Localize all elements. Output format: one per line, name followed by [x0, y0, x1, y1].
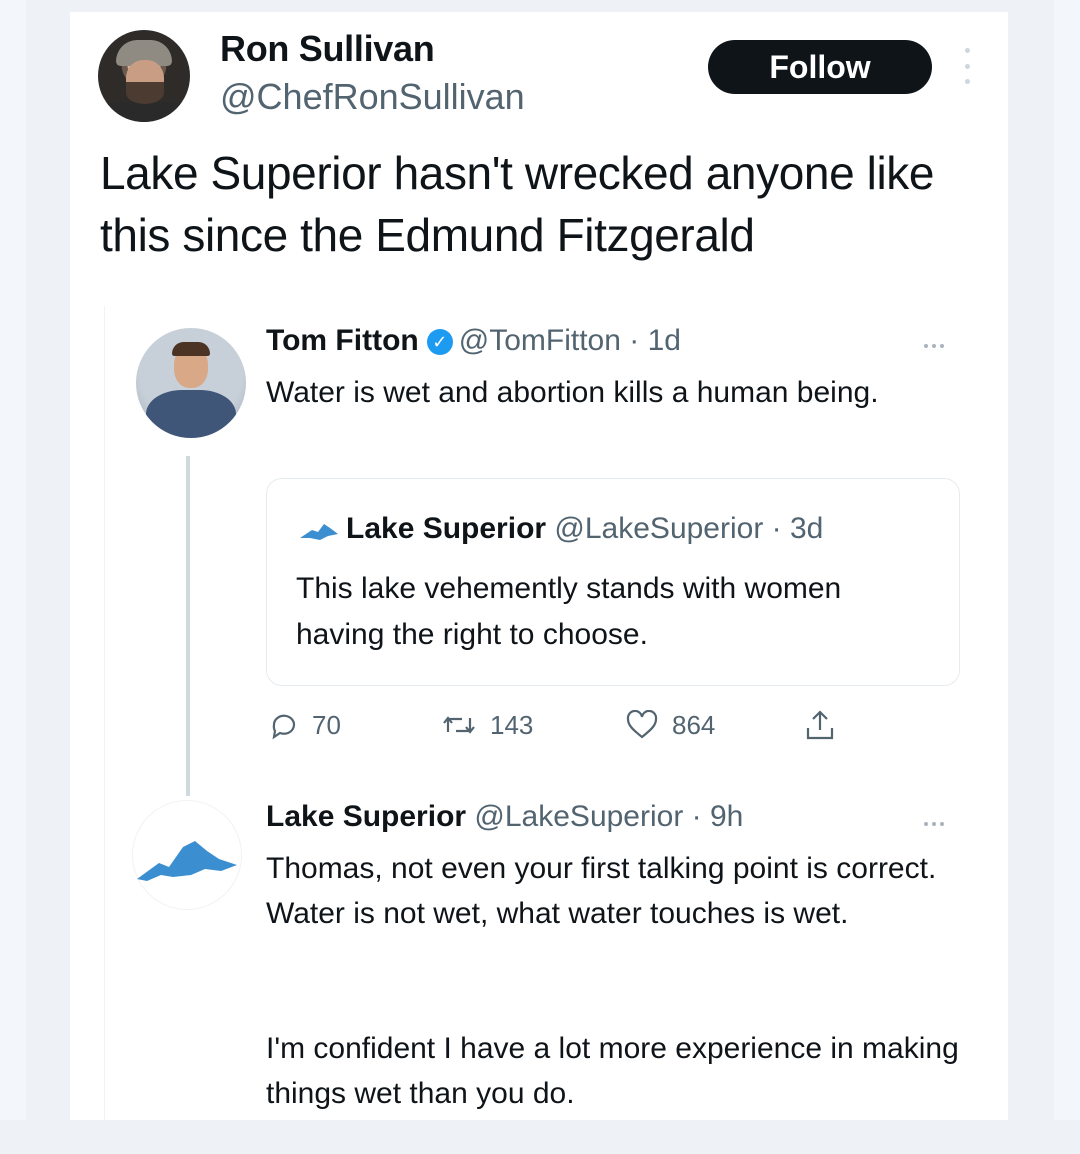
reply-icon	[272, 714, 296, 740]
author-avatar[interactable]	[98, 30, 190, 122]
right-margin	[1054, 0, 1080, 1154]
quoted-author-handle[interactable]: @TomFitton	[459, 324, 621, 357]
action-bar: 70 143 864	[268, 702, 868, 748]
author-name[interactable]: Ron Sullivan	[220, 28, 435, 70]
embedded-quote-header: Lake Superior @LakeSuperior · 3d	[296, 512, 823, 546]
quoted-tweet-text: Water is wet and abortion kills a human …	[266, 376, 879, 409]
more-icon[interactable]	[924, 822, 944, 826]
quoted-tweet-time: · 1d	[629, 324, 681, 357]
like-action[interactable]: 864	[626, 702, 715, 748]
thread-connector	[186, 456, 190, 796]
reply-author-handle[interactable]: @LakeSuperior	[474, 800, 683, 833]
avatar-hair	[172, 342, 210, 356]
quoted-tweet-header: Tom Fitton ✓ @TomFitton · 1d	[266, 324, 681, 358]
quoted-author-name[interactable]: Tom Fitton	[266, 324, 419, 357]
reply-author-name[interactable]: Lake Superior	[266, 800, 466, 833]
avatar-body	[146, 390, 236, 438]
embedded-quote-text: This lake vehemently stands with women h…	[296, 572, 842, 651]
retweet-count: 143	[490, 709, 534, 740]
like-count: 864	[672, 709, 716, 740]
bottom-margin	[0, 1120, 1080, 1154]
reply-tweet-text: Thomas, not even your first talking poin…	[266, 852, 937, 930]
more-icon[interactable]	[960, 48, 974, 84]
post-text: Lake Superior hasn't wrecked anyone like…	[100, 147, 935, 261]
more-icon[interactable]	[924, 344, 944, 348]
avatar-beard	[126, 82, 164, 104]
verified-badge-icon: ✓	[426, 329, 453, 355]
reply-author-avatar[interactable]	[132, 800, 242, 910]
left-margin	[0, 0, 26, 1154]
retweet-icon	[443, 716, 475, 734]
reply-count: 70	[312, 709, 341, 740]
embedded-quote-author-name[interactable]: Lake Superior	[346, 512, 546, 545]
quoted-author-avatar[interactable]	[136, 328, 246, 438]
like-icon	[626, 710, 658, 739]
reply-action[interactable]: 70	[268, 702, 341, 748]
avatar-shirt	[98, 102, 190, 122]
reply-tweet-header: Lake Superior @LakeSuperior · 9h	[266, 800, 743, 834]
lake-icon	[137, 841, 237, 881]
author-handle[interactable]: @ChefRonSullivan	[220, 76, 525, 118]
retweet-action[interactable]: 143	[442, 702, 533, 748]
follow-button[interactable]: Follow	[708, 40, 932, 94]
share-icon	[806, 710, 834, 740]
reply-tweet-time: · 9h	[691, 800, 744, 833]
reply-tweet-text-2: I'm confident I have a lot more experien…	[266, 1032, 959, 1110]
share-action[interactable]	[804, 702, 836, 748]
embedded-quote-author-handle[interactable]: @LakeSuperior	[554, 512, 763, 545]
embedded-quote-time: · 3d	[771, 512, 824, 545]
